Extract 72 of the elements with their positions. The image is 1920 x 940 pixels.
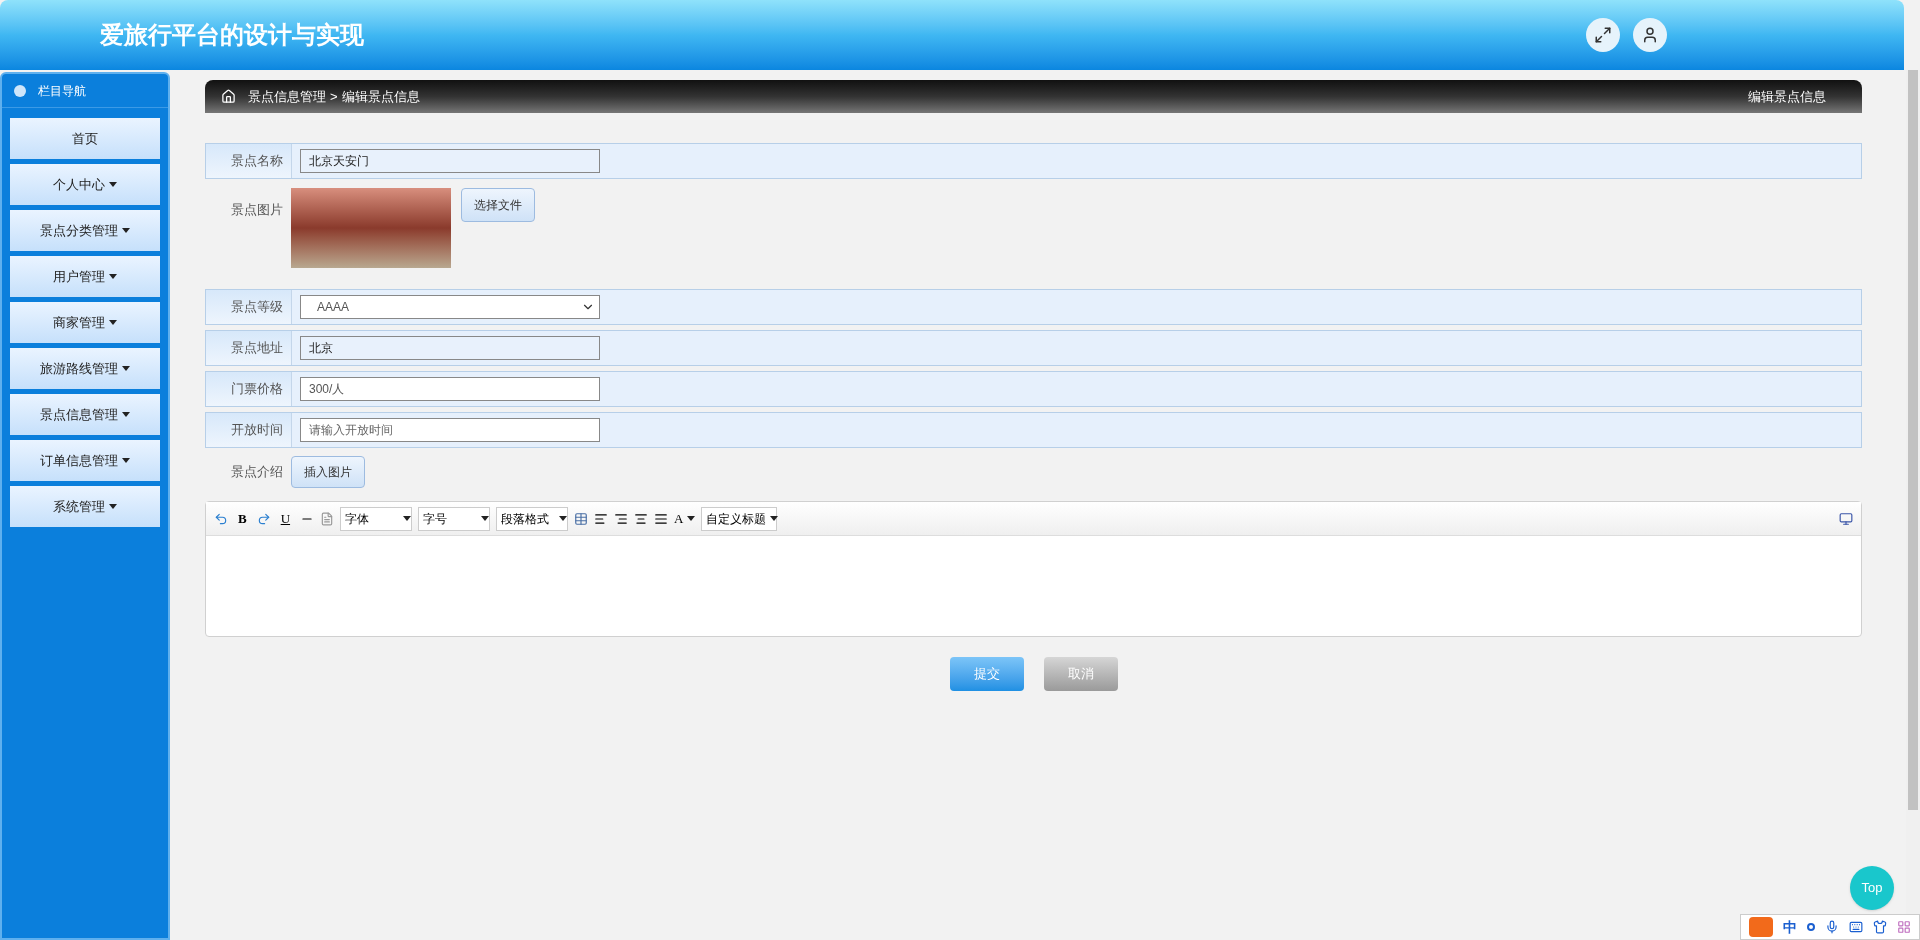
rich-text-editor[interactable]: B U 字体 字号 段落格式 A 自定义标题 — [205, 501, 1862, 637]
field-label: 开放时间 — [206, 413, 292, 447]
align-right-icon[interactable] — [614, 511, 629, 526]
editor-select[interactable]: 段落格式 — [496, 506, 569, 531]
justify-icon[interactable] — [654, 511, 669, 526]
home-icon — [221, 89, 236, 104]
align-center-icon[interactable] — [634, 511, 649, 526]
monitor-icon[interactable] — [1839, 511, 1853, 526]
microphone-icon[interactable] — [1825, 920, 1839, 934]
field-label: 景点介绍 — [230, 463, 284, 482]
caret-icon — [122, 458, 130, 463]
editor-select[interactable]: 字号 — [418, 506, 491, 531]
punctuation-icon[interactable] — [1807, 923, 1815, 931]
bold-tool[interactable]: B — [234, 508, 251, 529]
expand-icon — [1594, 26, 1612, 44]
breadcrumb-separator: > — [330, 87, 338, 106]
undo-icon[interactable] — [214, 511, 228, 526]
caret-icon — [109, 504, 117, 509]
user-icon — [1641, 26, 1659, 44]
sidebar-item[interactable]: 旅游路线管理 — [10, 348, 160, 389]
choose-file-button[interactable]: 选择文件 — [461, 188, 535, 222]
input-field[interactable]: 300/人 — [300, 377, 600, 401]
sidebar-item[interactable]: 首页 — [10, 118, 160, 159]
keyboard-icon[interactable] — [1849, 920, 1863, 934]
insert-image-button[interactable]: 插入图片 — [291, 456, 365, 488]
input-field[interactable]: 北京 — [300, 336, 600, 360]
editor-select[interactable]: 字体 — [340, 506, 413, 531]
input-field[interactable]: 北京天安门 — [300, 149, 600, 173]
field-label: 景点图片 — [230, 201, 284, 219]
shirt-icon[interactable] — [1873, 920, 1887, 934]
sidebar-item[interactable]: 个人中心 — [10, 164, 160, 205]
field-label: 景点地址 — [206, 331, 292, 365]
underline-tool[interactable]: U — [276, 508, 295, 529]
site-title: 爱旅行平台的设计与实现 — [100, 20, 364, 50]
fullscreen-button[interactable] — [1586, 18, 1620, 52]
table-icon[interactable] — [574, 511, 589, 526]
caret-icon — [109, 274, 117, 279]
breadcrumb-link[interactable]: 景点信息管理 — [248, 86, 326, 107]
align-left-icon[interactable] — [594, 511, 609, 526]
caret-icon — [559, 516, 568, 521]
sidebar-title: 栏目导航 — [38, 82, 86, 100]
sidebar-item[interactable]: 用户管理 — [10, 256, 160, 297]
caret-icon — [687, 516, 696, 521]
redo-icon[interactable] — [256, 511, 271, 526]
caret-icon — [109, 182, 117, 187]
breadcrumb-current: 编辑景点信息 — [341, 87, 420, 106]
field-label: 门票价格 — [206, 372, 292, 406]
caret-icon — [403, 516, 412, 521]
field-label: 景点等级 — [206, 290, 292, 324]
caret-icon — [109, 320, 117, 325]
sidebar-item[interactable]: 订单信息管理 — [10, 440, 160, 481]
caret-icon — [122, 366, 130, 371]
grid-icon[interactable] — [1897, 920, 1911, 934]
document-icon[interactable] — [320, 511, 335, 526]
caret-icon — [122, 412, 130, 417]
heading-select[interactable]: 自定义标题 — [701, 506, 778, 531]
field-label: 景点名称 — [206, 144, 292, 178]
font-color-tool[interactable]: A — [674, 508, 696, 529]
sidebar-item[interactable]: 系统管理 — [10, 486, 160, 527]
caret-icon — [770, 516, 779, 521]
scrollbar-thumb[interactable] — [1908, 70, 1918, 810]
sidebar-item[interactable]: 景点分类管理 — [10, 210, 160, 251]
caret-icon — [481, 516, 490, 521]
input-field[interactable]: 请输入开放时间 — [300, 418, 600, 442]
sidebar-item[interactable]: 景点信息管理 — [10, 394, 160, 435]
ime-logo-icon — [1749, 917, 1773, 937]
user-button[interactable] — [1633, 18, 1667, 52]
sidebar-item[interactable]: 商家管理 — [10, 302, 160, 343]
select-field[interactable]: AAAA — [300, 295, 600, 319]
page-title: 编辑景点信息 — [1748, 87, 1826, 106]
caret-icon — [122, 228, 130, 233]
input-mode-toggle[interactable]: 中 — [1783, 916, 1797, 938]
